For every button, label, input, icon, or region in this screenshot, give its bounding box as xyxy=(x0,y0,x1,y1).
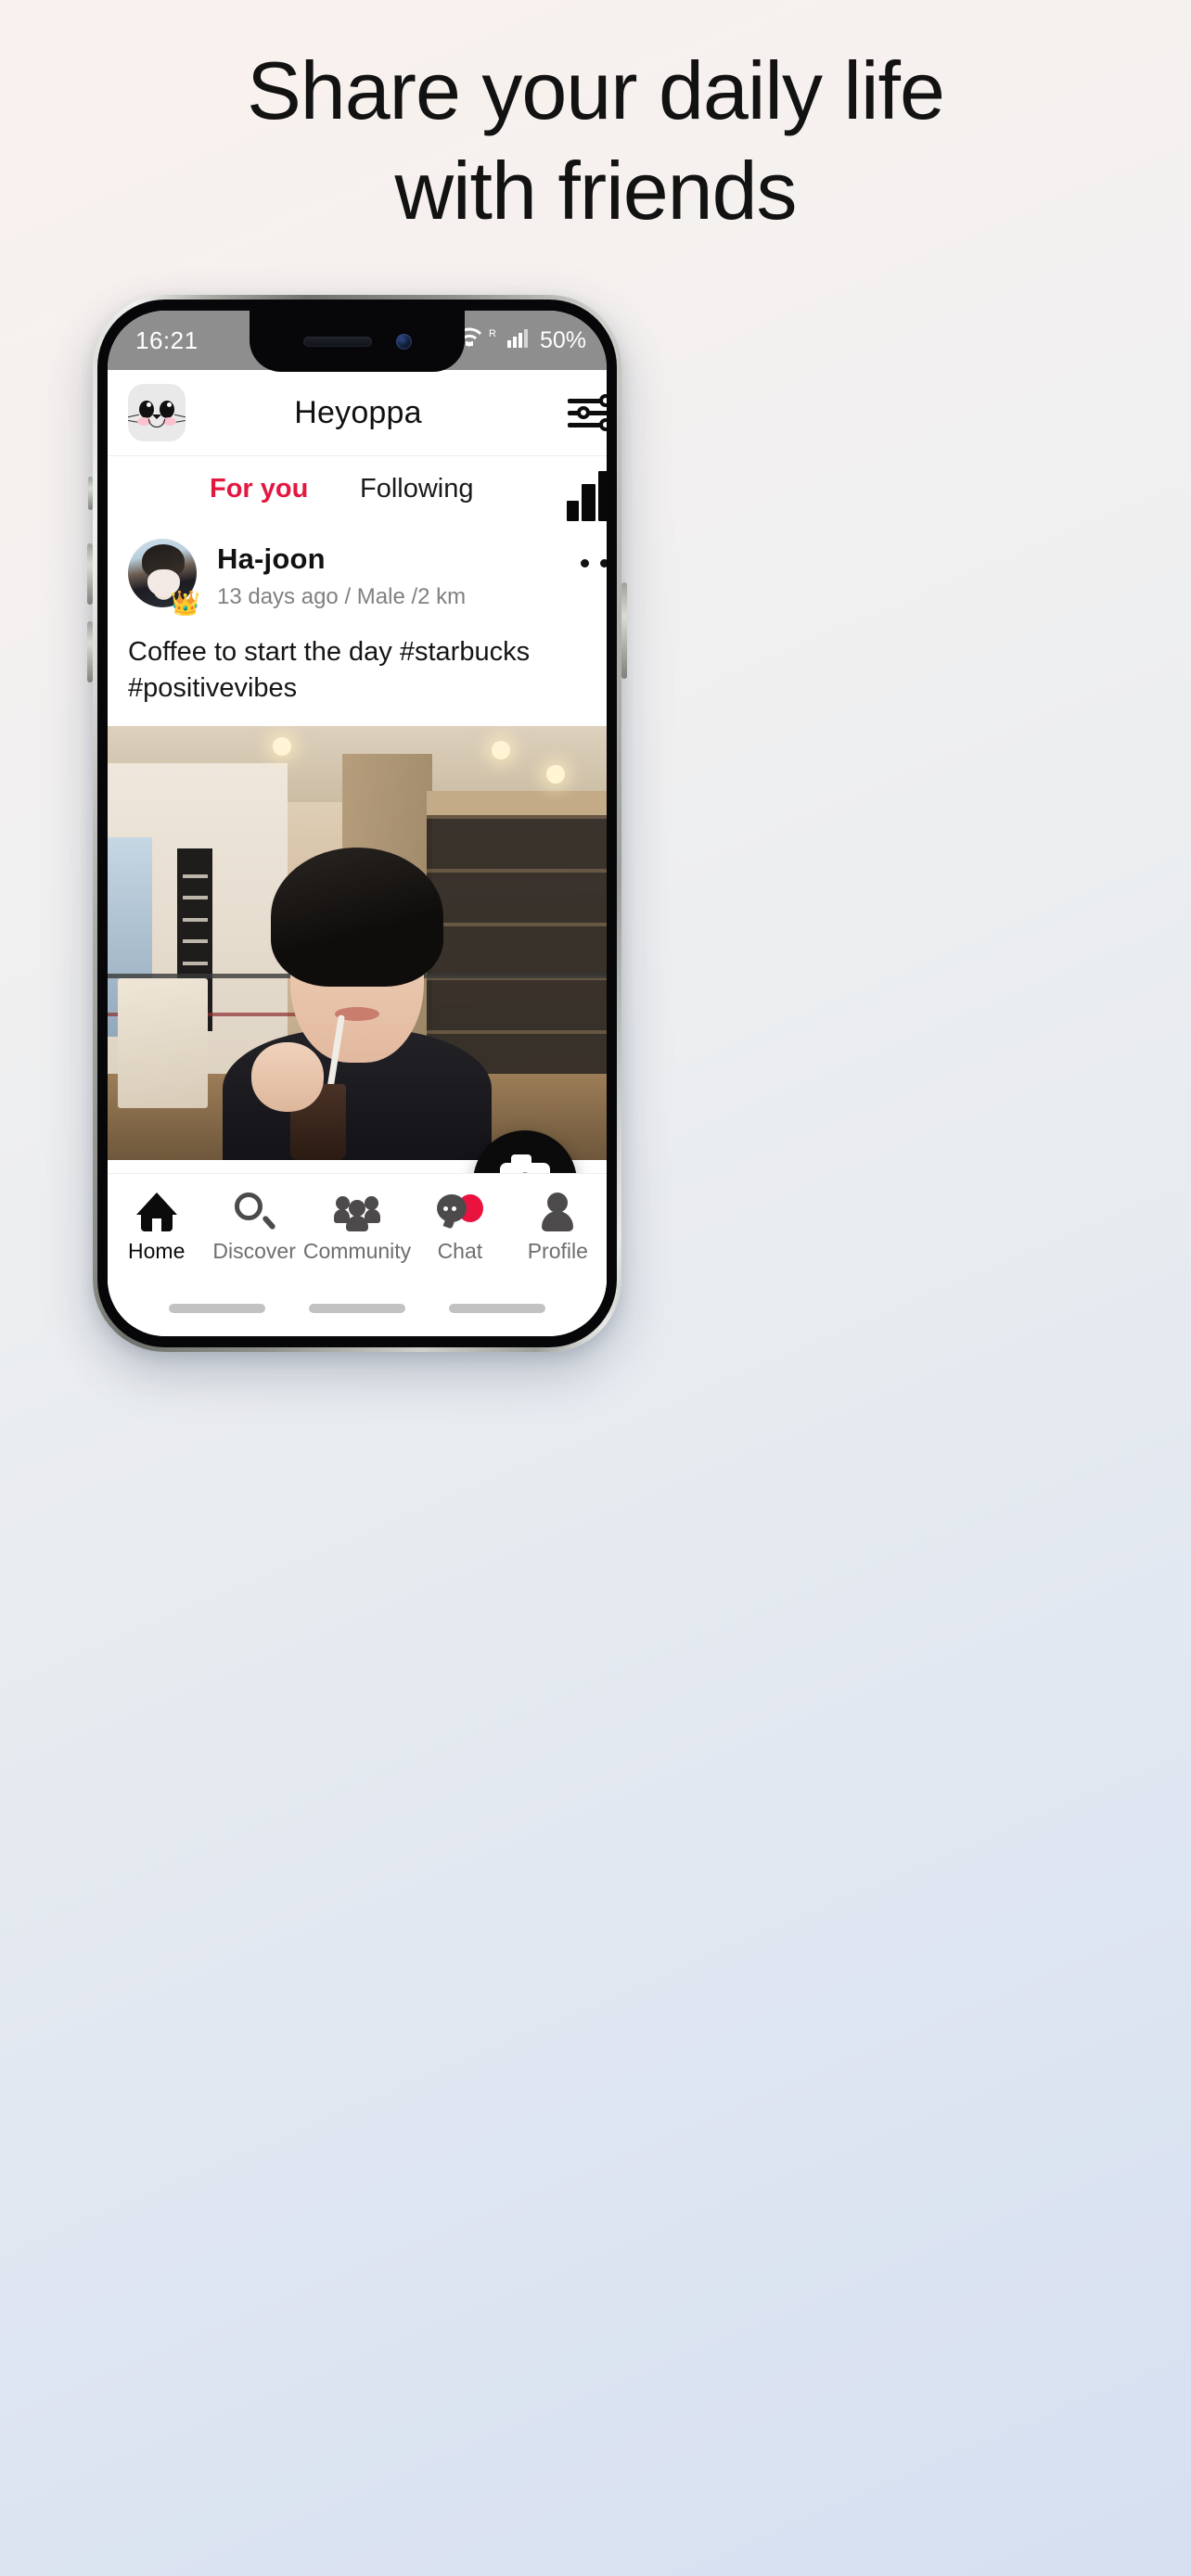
avatar[interactable]: 👑 xyxy=(128,539,200,615)
status-time: 16:21 xyxy=(135,325,198,354)
sys-back-button[interactable] xyxy=(168,1304,265,1313)
person-icon xyxy=(539,1191,576,1231)
app-header: Heyoppa xyxy=(108,370,607,455)
nav-item-community[interactable]: Community xyxy=(303,1191,411,1264)
nav-label-chat: Chat xyxy=(437,1239,483,1263)
headline-line-2: with friends xyxy=(394,145,797,236)
nav-label-community: Community xyxy=(302,1239,412,1263)
sys-recents-button[interactable] xyxy=(449,1304,546,1313)
volume-down-button[interactable] xyxy=(87,621,93,682)
nav-item-chat[interactable]: Chat xyxy=(411,1191,508,1264)
tab-for-you[interactable]: For you xyxy=(210,474,308,504)
page-title: Share your daily life with friends xyxy=(0,50,1191,232)
tab-following[interactable]: Following xyxy=(360,474,474,504)
roaming-icon: R xyxy=(489,327,501,354)
front-camera-icon xyxy=(395,333,412,350)
post-header: 👑 Ha-joon 13 days ago / Male /2 km xyxy=(108,522,607,621)
sliders-icon[interactable] xyxy=(568,391,607,434)
people-icon xyxy=(334,1191,380,1231)
nav-label-discover: Discover xyxy=(212,1239,296,1263)
sys-home-button[interactable] xyxy=(308,1304,405,1313)
bottom-navigation: Home Discover Community Chat Profile xyxy=(108,1173,607,1281)
phone-screen: 16:21 R 50% Heyoppa For you Following 👑 … xyxy=(108,311,607,1336)
post-meta-line: 13 days ago / Male /2 km xyxy=(217,584,467,609)
nav-label-profile: Profile xyxy=(527,1239,588,1263)
notch xyxy=(250,311,465,372)
post-author-name[interactable]: Ha-joon xyxy=(217,542,466,576)
power-button[interactable] xyxy=(621,582,627,679)
nav-item-home[interactable]: Home xyxy=(108,1191,205,1264)
earpiece-speaker xyxy=(302,336,372,347)
bar-chart-icon[interactable] xyxy=(567,471,607,521)
crown-badge: 👑 xyxy=(170,589,200,617)
more-options-icon[interactable] xyxy=(581,559,607,567)
post-author-block: Ha-joon 13 days ago / Male /2 km xyxy=(217,539,466,610)
phone-mockup: 16:21 R 50% Heyoppa For you Following 👑 … xyxy=(87,295,627,1352)
nav-item-discover[interactable]: Discover xyxy=(205,1191,302,1264)
home-icon xyxy=(135,1191,177,1231)
volume-up-button[interactable] xyxy=(87,543,93,605)
feed-tabs: For you Following xyxy=(108,455,607,522)
post-text: Coffee to start the day #starbucks #posi… xyxy=(128,637,531,703)
app-title: Heyoppa xyxy=(294,394,422,430)
chat-icon xyxy=(436,1191,483,1231)
phone-bezel: 16:21 R 50% Heyoppa For you Following 👑 … xyxy=(97,300,617,1347)
signal-icon xyxy=(506,327,531,354)
battery-percentage: 50% xyxy=(539,326,586,353)
headline-line-1: Share your daily life xyxy=(247,45,945,136)
silent-switch[interactable] xyxy=(88,477,93,510)
svg-text:R: R xyxy=(489,328,496,339)
nav-label-home: Home xyxy=(128,1239,186,1263)
search-icon xyxy=(235,1191,277,1231)
system-navigation-bar xyxy=(108,1281,607,1336)
nav-item-profile[interactable]: Profile xyxy=(509,1191,607,1264)
post-photo[interactable] xyxy=(108,726,607,1161)
cat-face-logo[interactable] xyxy=(127,384,186,441)
